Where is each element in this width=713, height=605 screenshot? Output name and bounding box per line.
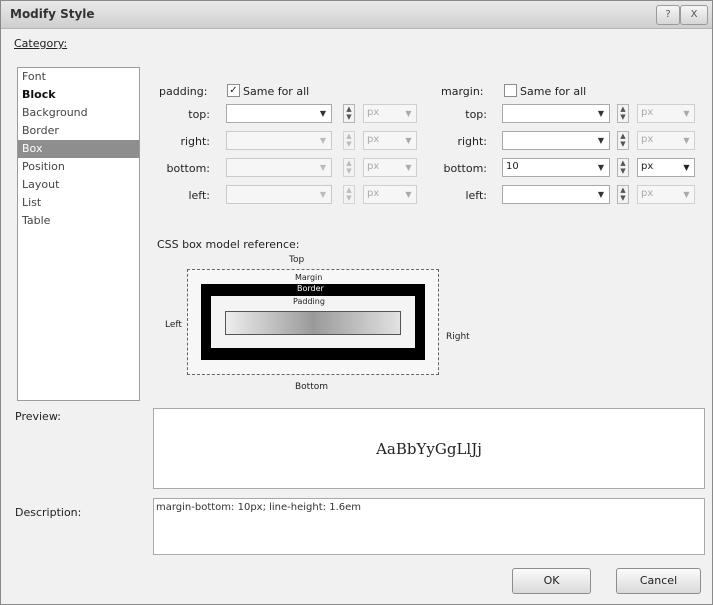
padding-bottom-spinner[interactable]: ▲ ▼ [343, 158, 355, 177]
preview-label: Preview: [15, 410, 61, 423]
padding-bottom-input[interactable]: ▼ [226, 158, 332, 177]
margin-same-for-all-label: Same for all [520, 85, 587, 98]
padding-top-spinner[interactable]: ▲ ▼ [343, 104, 355, 123]
category-list: Font Block Background Border Box Positio… [17, 67, 140, 401]
margin-right-spinner[interactable]: ▲ ▼ [617, 131, 629, 150]
box-model-heading: CSS box model reference: [157, 238, 300, 251]
margin-top-input[interactable]: ▼ [502, 104, 610, 123]
box-model-top-label: Top [289, 255, 305, 265]
category-item-border[interactable]: Border [18, 122, 139, 140]
chevron-down-icon[interactable]: ▼ [316, 106, 330, 121]
padding-top-unit-select[interactable]: px ▼ [363, 104, 417, 123]
margin-top-unit-select[interactable]: px ▼ [637, 104, 695, 123]
padding-right-spinner[interactable]: ▲ ▼ [343, 131, 355, 150]
chevron-down-icon[interactable]: ▼ [316, 187, 330, 202]
padding-right-input[interactable]: ▼ [226, 131, 332, 150]
padding-bottom-unit-select[interactable]: px ▼ [363, 158, 417, 177]
category-item-position[interactable]: Position [18, 158, 139, 176]
category-item-layout[interactable]: Layout [18, 176, 139, 194]
box-model-border-label: Border [297, 284, 324, 293]
title-bar[interactable]: Modify Style ? X [1, 1, 712, 29]
padding-right-label: right: [180, 135, 210, 148]
box-model-margin-label: Margin [295, 273, 323, 282]
box-model-right-label: Right [446, 332, 470, 342]
padding-top-input[interactable]: ▼ [226, 104, 332, 123]
category-item-box[interactable]: Box [18, 140, 139, 158]
close-button[interactable]: X [680, 5, 708, 25]
preview-box: AaBbYyGgLlJj [153, 408, 705, 489]
modify-style-dialog: Modify Style ? X Category: Font Block Ba… [0, 0, 713, 605]
category-item-font[interactable]: Font [18, 68, 139, 86]
description-box[interactable]: margin-bottom: 10px; line-height: 1.6em [153, 498, 705, 555]
chevron-down-icon[interactable]: ▼ [594, 106, 608, 121]
description-text: margin-bottom: 10px; line-height: 1.6em [156, 502, 362, 513]
margin-bottom-input[interactable]: 10 ▼ [502, 158, 610, 177]
padding-bottom-label: bottom: [166, 162, 211, 175]
margin-bottom-label: bottom: [443, 162, 488, 175]
category-item-background[interactable]: Background [18, 104, 139, 122]
help-button[interactable]: ? [656, 5, 680, 25]
margin-left-unit-select[interactable]: px ▼ [637, 185, 695, 204]
dialog-title: Modify Style [10, 7, 95, 21]
margin-right-unit-select[interactable]: px ▼ [637, 131, 695, 150]
description-label: Description: [15, 506, 82, 519]
margin-right-input[interactable]: ▼ [502, 131, 610, 150]
cancel-button[interactable]: Cancel [616, 568, 701, 594]
margin-top-label: top: [465, 108, 487, 121]
padding-left-spinner[interactable]: ▲ ▼ [343, 185, 355, 204]
margin-left-label: left: [465, 189, 487, 202]
padding-label: padding: [159, 85, 208, 98]
margin-bottom-unit-select[interactable]: px ▼ [637, 158, 695, 177]
padding-right-unit-select[interactable]: px ▼ [363, 131, 417, 150]
preview-sample-text: AaBbYyGgLlJj [376, 440, 482, 458]
box-model-padding-label: Padding [293, 297, 325, 306]
margin-bottom-spinner[interactable]: ▲ ▼ [617, 158, 629, 177]
padding-top-label: top: [188, 108, 210, 121]
margin-right-label: right: [457, 135, 487, 148]
padding-left-unit-select[interactable]: px ▼ [363, 185, 417, 204]
ok-button[interactable]: OK [512, 568, 591, 594]
margin-label: margin: [441, 85, 484, 98]
margin-same-for-all-checkbox[interactable] [504, 84, 517, 97]
padding-left-label: left: [188, 189, 210, 202]
category-item-list[interactable]: List [18, 194, 139, 212]
box-model-content [225, 311, 401, 335]
category-item-table[interactable]: Table [18, 212, 139, 230]
margin-left-input[interactable]: ▼ [502, 185, 610, 204]
padding-same-for-all-label: Same for all [243, 85, 310, 98]
category-item-block[interactable]: Block [18, 86, 139, 104]
chevron-down-icon[interactable]: ▼ [594, 133, 608, 148]
box-model-bottom-label: Bottom [295, 382, 329, 392]
chevron-down-icon[interactable]: ▼ [316, 133, 330, 148]
category-label: Category: [14, 37, 68, 50]
chevron-down-icon[interactable]: ▼ [594, 160, 608, 175]
padding-same-for-all-checkbox[interactable]: ✓ [227, 84, 240, 97]
padding-left-input[interactable]: ▼ [226, 185, 332, 204]
margin-top-spinner[interactable]: ▲ ▼ [617, 104, 629, 123]
chevron-down-icon[interactable]: ▼ [316, 160, 330, 175]
chevron-down-icon[interactable]: ▼ [594, 187, 608, 202]
margin-left-spinner[interactable]: ▲ ▼ [617, 185, 629, 204]
box-model-left-label: Left [165, 320, 182, 330]
